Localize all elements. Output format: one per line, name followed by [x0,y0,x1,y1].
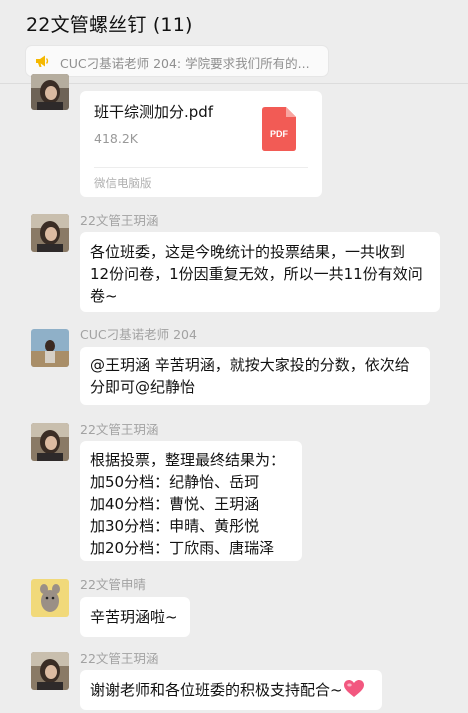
avatar[interactable] [31,579,69,617]
announcement-text: CUC刁基诺老师 204: 学院要求我们所有的... [60,56,310,71]
message-bubble[interactable]: 根据投票，整理最终结果为： 加50分档：纪静怡、岳珂 加40分档：曹悦、王玥涵 … [80,441,302,561]
chat-header: 22文管螺丝钉 (11) [0,0,468,42]
avatar[interactable] [31,329,69,367]
avatar[interactable] [31,652,69,690]
file-size: 418.2K [94,131,138,146]
message-line: 谢谢老师和各位班委的积极支持配合~ [90,681,343,699]
message-bubble[interactable]: 谢谢老师和各位班委的积极支持配合~ [80,670,382,710]
message-bubble[interactable]: 各位班委，这是今晚统计的投票结果，一共收到 12份问卷，1份因重复无效，所以一共… [80,232,440,312]
sender-name: 22文管王玥涵 [80,422,159,437]
message-line: 辛苦玥涵啦~ [90,608,178,626]
message-line: 加20分档：丁欣雨、唐瑞泽 [90,539,275,557]
message-line: 分即可@纪静怡 [90,378,196,396]
heart-emoji-icon [343,680,364,697]
group-announcement-bar[interactable]: CUC刁基诺老师 204: 学院要求我们所有的... [26,46,328,76]
message-line: 加40分档：曹悦、王玥涵 [90,495,260,513]
avatar[interactable] [31,74,69,110]
message-line: 卷~ [90,287,118,305]
sender-name: 22文管王玥涵 [80,651,159,666]
avatar[interactable] [31,214,69,252]
file-name: 班干综测加分.pdf [94,103,214,121]
message-line: 根据投票，整理最终结果为： [90,451,286,469]
pdf-label: PDF [270,129,289,139]
message-line: 12份问卷，1份因重复无效，所以一共11份有效问 [90,265,423,283]
megaphone-icon [36,55,49,67]
sender-name: 22文管王玥涵 [80,213,159,228]
file-message-card[interactable]: 班干综测加分.pdf 418.2K PDF 微信电脑版 [80,91,322,197]
sender-name: CUC刁基诺老师 204 [80,327,197,342]
message-bubble[interactable]: @王玥涵 辛苦玥涵，就按大家投的分数，依次给 分即可@纪静怡 [80,347,430,405]
header-divider [0,83,468,84]
file-source: 微信电脑版 [94,176,152,190]
message-bubble[interactable]: 辛苦玥涵啦~ [80,597,190,637]
avatar[interactable] [31,423,69,461]
file-card-divider [94,167,308,168]
message-line: 各位班委，这是今晚统计的投票结果，一共收到 [90,243,406,261]
message-line: @王玥涵 辛苦玥涵，就按大家投的分数，依次给 [90,356,410,374]
pdf-file-icon: PDF [262,107,296,151]
message-line: 加30分档：申晴、黄彤悦 [90,517,260,535]
sender-name: 22文管申晴 [80,577,146,592]
message-line: 加50分档：纪静怡、岳珂 [90,473,260,491]
chat-title[interactable]: 22文管螺丝钉 (11) [26,10,193,37]
